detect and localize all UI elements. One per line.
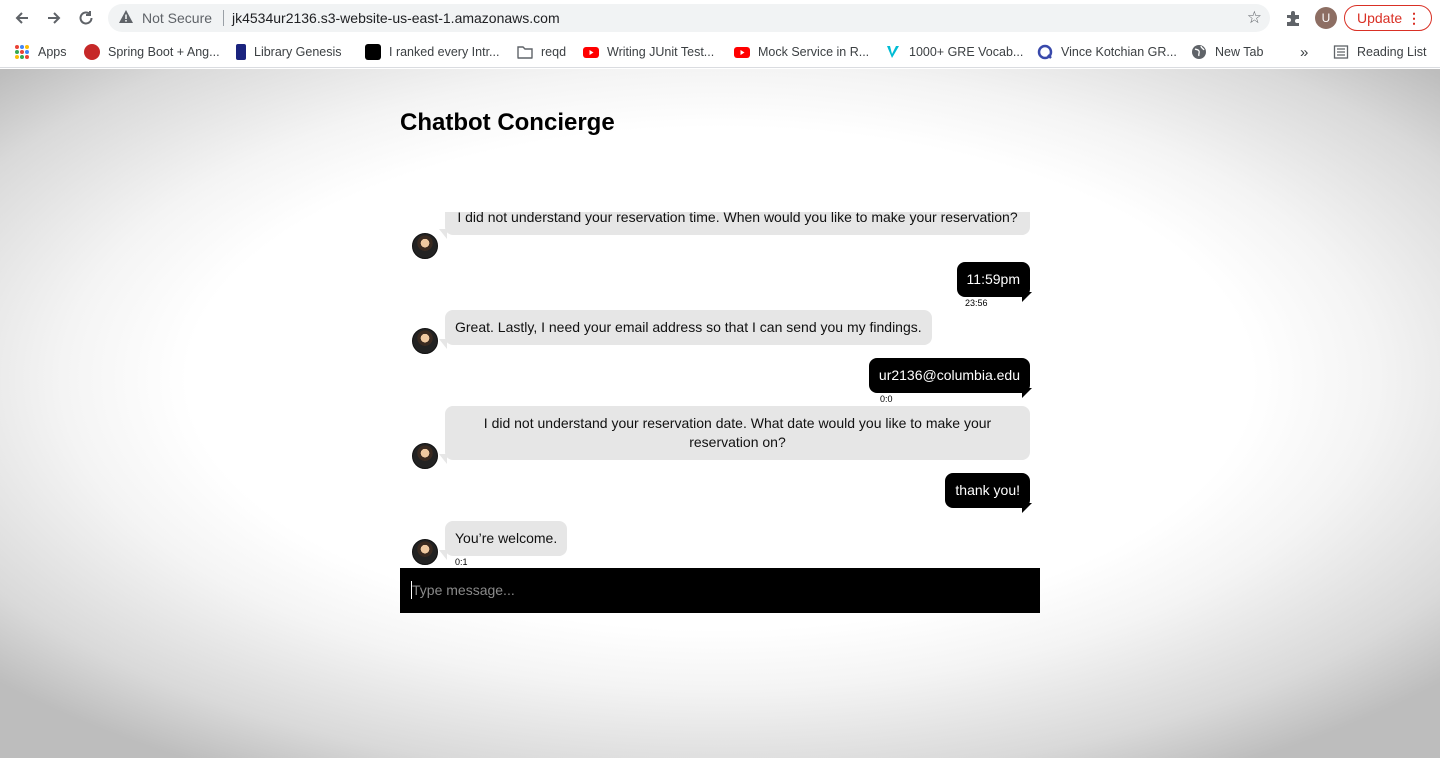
profile-avatar[interactable]: U bbox=[1315, 7, 1337, 29]
apps-grid-icon bbox=[14, 44, 30, 60]
page-viewport: Chatbot Concierge I did not understand y… bbox=[0, 69, 1440, 758]
bookmarks-bar: Apps Spring Boot + Ang... Library Genesi… bbox=[0, 36, 1440, 68]
bot-message: I did not understand your reservation ti… bbox=[439, 212, 1030, 239]
update-label: Update bbox=[1357, 10, 1403, 26]
bookmark-label: I ranked every Intr... bbox=[389, 45, 500, 59]
site-icon bbox=[365, 44, 381, 60]
bookmark-label: reqd bbox=[541, 45, 567, 59]
bookmark-gre-vocab[interactable]: 1000+ GRE Vocab... bbox=[885, 42, 1023, 62]
page-title: Chatbot Concierge bbox=[400, 109, 615, 136]
forward-arrow-icon[interactable] bbox=[42, 6, 66, 30]
bookmark-i-ranked[interactable]: I ranked every Intr... bbox=[365, 42, 499, 62]
youtube-icon bbox=[734, 47, 750, 58]
bookmark-label: Library Genesis bbox=[254, 45, 342, 59]
reading-list-icon bbox=[1333, 45, 1349, 59]
site-icon bbox=[236, 44, 246, 60]
bookmark-mock-service[interactable]: Mock Service in R... bbox=[734, 42, 869, 62]
bookmark-vince-kotchian[interactable]: Vince Kotchian GR... bbox=[1037, 42, 1177, 62]
globe-icon bbox=[1192, 45, 1206, 59]
security-label[interactable]: Not Secure bbox=[142, 10, 212, 26]
bot-message: You’re welcome. bbox=[438, 521, 568, 560]
site-icon bbox=[1037, 44, 1053, 60]
message-timestamp: 0:0 bbox=[880, 394, 893, 404]
bookmark-library-genesis[interactable]: Library Genesis bbox=[236, 42, 342, 62]
message-timestamp: 23:56 bbox=[965, 298, 988, 308]
reading-list-button[interactable]: Reading List bbox=[1333, 42, 1427, 62]
back-arrow-icon[interactable] bbox=[10, 6, 34, 30]
message-timestamp: 0:1 bbox=[455, 557, 468, 567]
bookmark-label: Mock Service in R... bbox=[758, 45, 870, 59]
address-separator bbox=[223, 10, 224, 26]
bot-avatar bbox=[412, 443, 438, 469]
site-icon bbox=[84, 44, 100, 60]
bookmark-reqd[interactable]: reqd bbox=[517, 42, 566, 62]
bookmark-label: New Tab bbox=[1215, 45, 1264, 59]
bookmarks-overflow-icon[interactable]: » bbox=[1300, 42, 1308, 62]
chat-messages[interactable]: I did not understand your reservation ti… bbox=[400, 212, 1040, 568]
bookmark-star-icon[interactable]: ☆ bbox=[1247, 8, 1262, 28]
bot-message: I did not understand your reservation da… bbox=[439, 406, 1030, 464]
address-bar[interactable]: Not Secure jk4534ur2136.s3-website-us-ea… bbox=[108, 4, 1270, 32]
bookmark-writing-junit[interactable]: Writing JUnit Test... bbox=[583, 42, 714, 62]
warning-icon bbox=[119, 10, 133, 23]
bot-message: Great. Lastly, I need your email address… bbox=[439, 310, 932, 349]
browser-toolbar: Not Secure jk4534ur2136.s3-website-us-ea… bbox=[0, 0, 1440, 36]
bookmark-new-tab[interactable]: New Tab bbox=[1191, 42, 1263, 62]
more-menu-icon: ⋮ bbox=[1407, 10, 1421, 26]
user-message: thank you! bbox=[945, 473, 1032, 513]
bookmark-label: 1000+ GRE Vocab... bbox=[909, 45, 1024, 59]
bookmark-label: Apps bbox=[38, 45, 67, 59]
folder-icon bbox=[517, 46, 533, 59]
reload-icon[interactable] bbox=[74, 6, 98, 30]
bookmark-apps[interactable]: Apps bbox=[14, 42, 67, 62]
user-message: 11:59pm bbox=[956, 262, 1033, 302]
bookmark-spring-boot[interactable]: Spring Boot + Ang... bbox=[84, 42, 220, 62]
bookmark-label: Spring Boot + Ang... bbox=[108, 45, 220, 59]
youtube-icon bbox=[583, 47, 599, 58]
message-input-bar bbox=[400, 568, 1040, 613]
bot-avatar bbox=[412, 233, 438, 259]
bookmark-label: Writing JUnit Test... bbox=[607, 45, 715, 59]
url-text[interactable]: jk4534ur2136.s3-website-us-east-1.amazon… bbox=[232, 10, 560, 26]
site-icon bbox=[887, 46, 899, 58]
bookmark-label: Vince Kotchian GR... bbox=[1061, 45, 1177, 59]
bot-avatar bbox=[412, 328, 438, 354]
user-message: ur2136@columbia.edu bbox=[868, 358, 1033, 398]
reading-list-label: Reading List bbox=[1357, 45, 1427, 59]
message-input[interactable] bbox=[412, 580, 1012, 600]
bot-avatar bbox=[412, 539, 438, 565]
update-button[interactable]: Update ⋮ bbox=[1344, 5, 1432, 31]
extensions-puzzle-icon[interactable] bbox=[1284, 8, 1304, 28]
